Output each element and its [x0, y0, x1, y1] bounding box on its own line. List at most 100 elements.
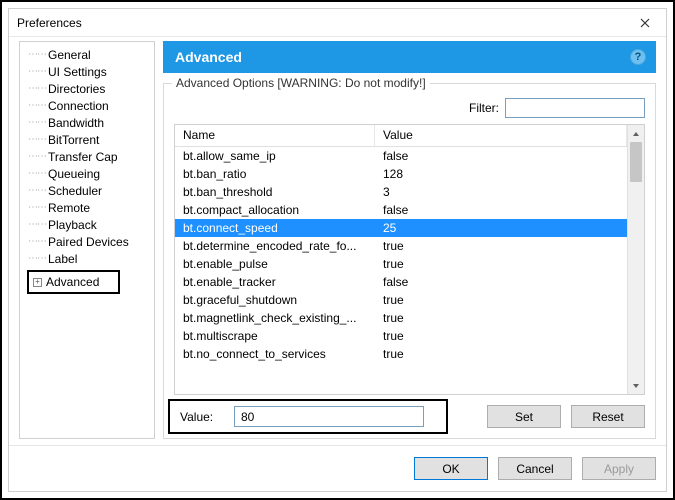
sidebar-item[interactable]: ⋯⋯Scheduler	[22, 182, 152, 199]
sidebar-item-label: Connection	[48, 99, 109, 113]
sidebar-item-label: Remote	[48, 201, 90, 215]
table-row[interactable]: bt.graceful_shutdowntrue	[175, 291, 627, 309]
cell-value: 25	[375, 221, 627, 235]
table-row[interactable]: bt.multiscrapetrue	[175, 327, 627, 345]
sidebar-item-label: General	[48, 48, 91, 62]
sidebar-item-label: Bandwidth	[48, 116, 104, 130]
chevron-down-icon	[632, 382, 640, 390]
tree-branch-icon: ⋯⋯	[28, 66, 48, 77]
cell-value: 128	[375, 167, 627, 181]
tree-branch-icon: ⋯⋯	[28, 100, 48, 111]
table-body: bt.allow_same_ipfalsebt.ban_ratio128bt.b…	[175, 147, 627, 394]
reset-button[interactable]: Reset	[571, 405, 645, 428]
table-row[interactable]: bt.enable_trackerfalse	[175, 273, 627, 291]
vertical-scrollbar[interactable]	[627, 125, 644, 394]
chevron-up-icon	[632, 130, 640, 138]
sidebar-item-label: UI Settings	[48, 65, 107, 79]
sidebar-item[interactable]: ⋯⋯BitTorrent	[22, 131, 152, 148]
sidebar-item[interactable]: ⋯⋯Playback	[22, 216, 152, 233]
scroll-up-button[interactable]	[628, 125, 644, 142]
advanced-options-group: Advanced Options [WARNING: Do not modify…	[163, 83, 656, 439]
table-inner: Name Value bt.allow_same_ipfalsebt.ban_r…	[175, 125, 627, 394]
cell-value: false	[375, 149, 627, 163]
scroll-down-button[interactable]	[628, 377, 644, 394]
sidebar-item-advanced[interactable]: + Advanced	[27, 270, 120, 294]
sidebar-item-label: Transfer Cap	[48, 150, 118, 164]
table-row[interactable]: bt.connect_speed25	[175, 219, 627, 237]
category-tree: ⋯⋯General⋯⋯UI Settings⋯⋯Directories⋯⋯Con…	[19, 41, 155, 439]
cell-name: bt.graceful_shutdown	[175, 293, 375, 307]
cell-name: bt.connect_speed	[175, 221, 375, 235]
sidebar-item[interactable]: ⋯⋯Transfer Cap	[22, 148, 152, 165]
sidebar-item-label: Queueing	[48, 167, 100, 181]
cell-value: true	[375, 311, 627, 325]
tree-branch-icon: ⋯⋯	[28, 117, 48, 128]
column-value[interactable]: Value	[375, 125, 627, 146]
apply-button[interactable]: Apply	[582, 457, 656, 480]
cell-value: true	[375, 293, 627, 307]
cell-value: true	[375, 257, 627, 271]
sidebar-item[interactable]: ⋯⋯Bandwidth	[22, 114, 152, 131]
tree-branch-icon: ⋯⋯	[28, 202, 48, 213]
cell-value: true	[375, 239, 627, 253]
sidebar-item-label: Directories	[48, 82, 105, 96]
sidebar-item[interactable]: ⋯⋯Directories	[22, 80, 152, 97]
panel-title: Advanced	[175, 49, 242, 65]
table-row[interactable]: bt.enable_pulsetrue	[175, 255, 627, 273]
sidebar-item[interactable]: ⋯⋯Remote	[22, 199, 152, 216]
close-button[interactable]	[632, 13, 658, 33]
tree-branch-icon: ⋯⋯	[28, 151, 48, 162]
expand-icon[interactable]: +	[33, 278, 42, 287]
cell-value: false	[375, 203, 627, 217]
cell-value: true	[375, 329, 627, 343]
main-panel: Advanced ? Advanced Options [WARNING: Do…	[163, 41, 656, 439]
window-title: Preferences	[17, 16, 82, 30]
value-editor-row: Value: Set Reset	[164, 395, 655, 438]
sidebar-item[interactable]: ⋯⋯General	[22, 46, 152, 63]
sidebar-item[interactable]: ⋯⋯UI Settings	[22, 63, 152, 80]
cell-name: bt.ban_ratio	[175, 167, 375, 181]
cell-name: bt.enable_pulse	[175, 257, 375, 271]
table-header: Name Value	[175, 125, 627, 147]
dialog-footer: OK Cancel Apply	[9, 445, 666, 491]
table-row[interactable]: bt.determine_encoded_rate_fo...true	[175, 237, 627, 255]
titlebar: Preferences	[9, 9, 666, 37]
cancel-button[interactable]: Cancel	[498, 457, 572, 480]
preferences-dialog: Preferences ⋯⋯General⋯⋯UI Settings⋯⋯Dire…	[8, 8, 667, 492]
panel-header: Advanced ?	[163, 41, 656, 73]
table-row[interactable]: bt.allow_same_ipfalse	[175, 147, 627, 165]
sidebar-item-label: Scheduler	[48, 184, 102, 198]
tree-branch-icon: ⋯⋯	[28, 219, 48, 230]
tree-branch-icon: ⋯⋯	[28, 236, 48, 247]
sidebar-item-label: Advanced	[46, 275, 99, 289]
cell-name: bt.enable_tracker	[175, 275, 375, 289]
cell-value: 3	[375, 185, 627, 199]
table-row[interactable]: bt.no_connect_to_servicestrue	[175, 345, 627, 363]
cell-name: bt.multiscrape	[175, 329, 375, 343]
cell-name: bt.determine_encoded_rate_fo...	[175, 239, 375, 253]
cell-name: bt.compact_allocation	[175, 203, 375, 217]
cell-name: bt.allow_same_ip	[175, 149, 375, 163]
column-name[interactable]: Name	[175, 125, 375, 146]
ok-button[interactable]: OK	[414, 457, 488, 480]
value-input[interactable]	[234, 406, 424, 427]
sidebar-item[interactable]: ⋯⋯Label	[22, 250, 152, 267]
value-label: Value:	[174, 410, 224, 424]
cell-value: false	[375, 275, 627, 289]
table-row[interactable]: bt.compact_allocationfalse	[175, 201, 627, 219]
tree-branch-icon: ⋯⋯	[28, 134, 48, 145]
sidebar-item-label: Label	[48, 252, 77, 266]
set-button[interactable]: Set	[487, 405, 561, 428]
filter-input[interactable]	[505, 98, 645, 118]
cell-name: bt.ban_threshold	[175, 185, 375, 199]
sidebar-item[interactable]: ⋯⋯Queueing	[22, 165, 152, 182]
scrollbar-thumb[interactable]	[630, 142, 642, 182]
table-row[interactable]: bt.ban_threshold3	[175, 183, 627, 201]
table-row[interactable]: bt.magnetlink_check_existing_...true	[175, 309, 627, 327]
sidebar-item-label: BitTorrent	[48, 133, 99, 147]
group-title: Advanced Options [WARNING: Do not modify…	[172, 76, 430, 90]
sidebar-item[interactable]: ⋯⋯Connection	[22, 97, 152, 114]
sidebar-item[interactable]: ⋯⋯Paired Devices	[22, 233, 152, 250]
help-icon[interactable]: ?	[630, 49, 646, 65]
table-row[interactable]: bt.ban_ratio128	[175, 165, 627, 183]
